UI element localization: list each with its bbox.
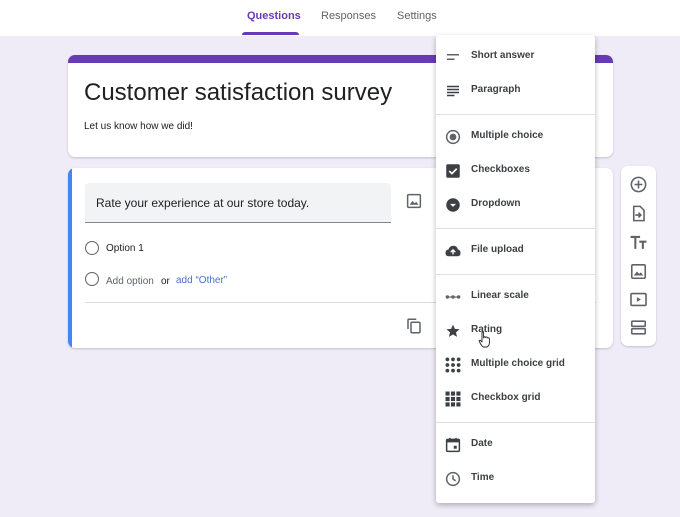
menu-item-label: Multiple choice — [471, 130, 544, 141]
menu-item-paragraph[interactable]: Paragraph — [436, 74, 595, 108]
menu-item-label: Short answer — [471, 50, 535, 61]
menu-item-label: Checkbox grid — [471, 392, 541, 403]
dropdown-icon — [446, 198, 460, 212]
grid-icon — [445, 391, 461, 407]
duplicate-icon[interactable] — [405, 317, 423, 335]
menu-item-label: Linear scale — [471, 290, 529, 301]
clock-icon — [445, 471, 461, 487]
menu-item-time[interactable]: Time — [436, 462, 595, 496]
add-section-icon[interactable] — [629, 318, 648, 337]
tab-settings[interactable]: Settings — [397, 10, 437, 22]
import-questions-icon[interactable] — [629, 204, 648, 223]
tab-responses[interactable]: Responses — [321, 10, 376, 22]
calendar-icon — [445, 437, 461, 453]
grid-icon — [445, 357, 461, 373]
active-tab-indicator — [242, 32, 299, 35]
form-description[interactable]: Let us know how we did! — [84, 121, 193, 132]
form-title[interactable]: Customer satisfaction survey — [84, 79, 392, 107]
star-icon — [446, 324, 460, 337]
short-answer-icon — [447, 54, 459, 60]
cloud-upload-icon — [445, 245, 461, 257]
menu-item-label: File upload — [471, 244, 524, 255]
add-video-icon[interactable] — [629, 290, 648, 309]
menu-item-label: Dropdown — [471, 198, 521, 209]
add-image-icon[interactable] — [405, 192, 423, 210]
paragraph-icon — [447, 85, 459, 97]
menu-item-file-upload[interactable]: File upload — [436, 234, 595, 268]
question-title-input[interactable]: Rate your experience at our store today. — [85, 183, 391, 223]
menu-item-date[interactable]: Date — [436, 428, 595, 462]
menu-item-label: Paragraph — [471, 84, 521, 95]
question-type-menu: Short answer Paragraph Multiple choice C… — [436, 35, 595, 503]
menu-divider — [436, 274, 595, 275]
menu-item-label: Date — [471, 438, 493, 449]
or-text: or — [161, 276, 170, 287]
add-question-icon[interactable] — [629, 175, 648, 194]
menu-item-multiple-choice-grid[interactable]: Multiple choice grid — [436, 348, 595, 382]
menu-item-label: Checkboxes — [471, 164, 530, 175]
menu-item-label: Time — [471, 472, 495, 483]
top-tab-bar: Questions Responses Settings — [0, 0, 680, 36]
menu-item-dropdown[interactable]: Dropdown — [436, 188, 595, 222]
menu-item-short-answer[interactable]: Short answer — [436, 40, 595, 74]
menu-item-linear-scale[interactable]: Linear scale — [436, 280, 595, 314]
add-image-icon[interactable] — [629, 262, 648, 281]
add-other-button[interactable]: add “Other” — [176, 275, 227, 286]
question-focus-indicator — [68, 168, 72, 348]
menu-divider — [436, 422, 595, 423]
radio-icon — [445, 129, 461, 145]
add-option-button[interactable]: Add option — [106, 276, 154, 287]
question-title-text: Rate your experience at our store today. — [96, 196, 310, 210]
menu-item-multiple-choice[interactable]: Multiple choice — [436, 120, 595, 154]
linear-scale-icon — [445, 295, 461, 299]
add-title-icon[interactable] — [629, 233, 648, 252]
checkbox-icon — [446, 164, 460, 178]
menu-item-checkboxes[interactable]: Checkboxes — [436, 154, 595, 188]
tab-questions[interactable]: Questions — [247, 10, 301, 22]
menu-divider — [436, 114, 595, 115]
menu-item-rating[interactable]: Rating — [436, 314, 595, 348]
menu-item-label: Multiple choice grid — [471, 358, 565, 369]
option-radio — [85, 241, 99, 255]
option-label-1[interactable]: Option 1 — [106, 243, 144, 254]
side-toolbar — [621, 166, 656, 346]
menu-divider — [436, 228, 595, 229]
add-option-radio — [85, 272, 99, 286]
hand-pointer-icon — [478, 331, 490, 348]
menu-item-checkbox-grid[interactable]: Checkbox grid — [436, 382, 595, 416]
